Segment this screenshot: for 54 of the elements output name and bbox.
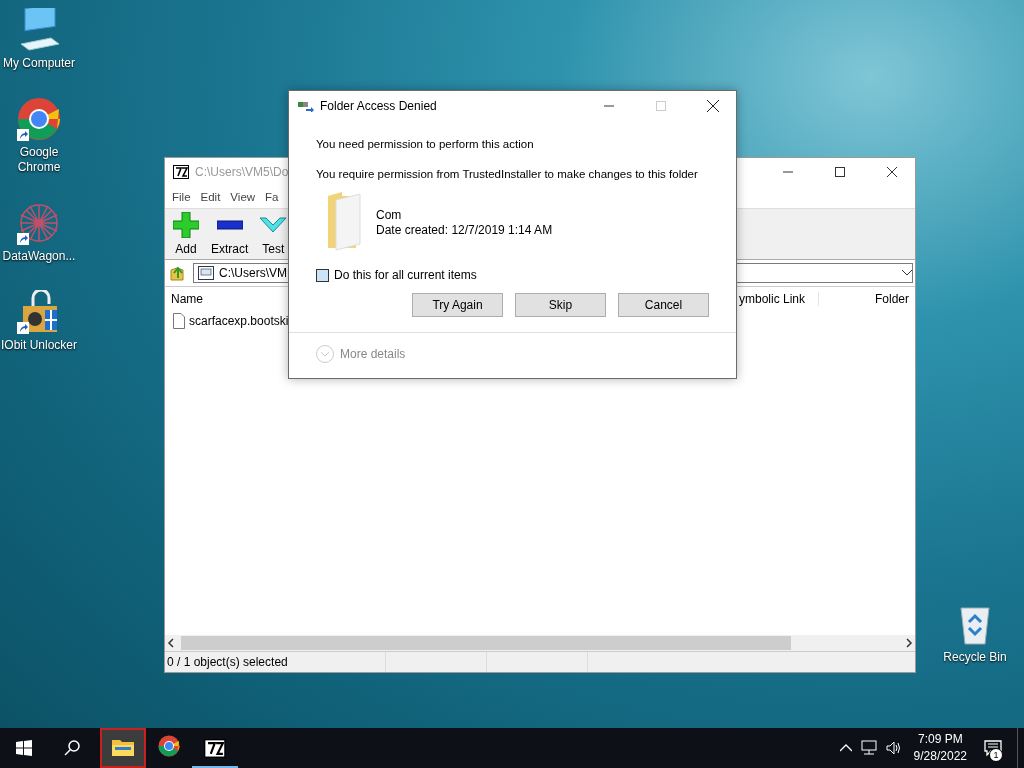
- browser-icon[interactable]: [15, 97, 63, 143]
- more-details-button[interactable]: More details: [289, 333, 736, 363]
- dialog-title: Folder Access Denied: [320, 99, 438, 113]
- notification-button[interactable]: 1: [975, 728, 1011, 768]
- status-text: 0 / 1 object(s) selected: [165, 652, 386, 672]
- icon-label[interactable]: Recycle Bin: [943, 650, 1007, 664]
- checkbox[interactable]: Do this for all current items: [316, 267, 716, 283]
- taskbar-button[interactable]: [100, 728, 146, 768]
- icon-label[interactable]: Google Chrome: [0, 145, 78, 175]
- column-header[interactable]: Name: [165, 292, 209, 306]
- file-name[interactable]: scarfacexp.bootski: [189, 314, 289, 328]
- icon-label[interactable]: DataWagon...: [0, 249, 78, 264]
- folder-date: Date created: 12/7/2019 1:14 AM: [376, 222, 553, 237]
- scrollbar-thumb[interactable]: [181, 636, 791, 650]
- folder-transfer-icon: [298, 100, 314, 112]
- chevron-up-icon: [839, 744, 852, 752]
- dialog-button[interactable]: Skip: [515, 293, 606, 317]
- horizontal-scrollbar[interactable]: [165, 635, 915, 651]
- icon-label[interactable]: My Computer: [0, 56, 78, 71]
- menu-item[interactable]: Fa: [265, 191, 279, 203]
- menu-item[interactable]: View: [230, 191, 256, 203]
- chevron-circle-icon: [316, 345, 334, 363]
- message-icon: [984, 740, 1002, 756]
- menu-item[interactable]: File: [172, 191, 191, 203]
- windows-logo-icon: [16, 740, 32, 756]
- file-icon: [173, 313, 185, 329]
- disc-image-icon: [198, 266, 214, 280]
- dialog-button[interactable]: Cancel: [618, 293, 709, 317]
- folder-up-icon[interactable]: [169, 264, 187, 282]
- clock[interactable]: 7:09 PM 9/28/2022: [905, 728, 975, 768]
- browser-icon: [157, 735, 181, 759]
- toolbar-button[interactable]: Add: [171, 212, 201, 256]
- close-icon: [707, 100, 719, 112]
- menu-item[interactable]: Edit: [200, 191, 221, 203]
- maximize-icon: [656, 101, 666, 111]
- plus-icon: [173, 212, 199, 238]
- volume-icon: [885, 741, 902, 755]
- toolbar-button[interactable]: Extract: [209, 212, 251, 256]
- dialog-button[interactable]: Try Again: [412, 293, 503, 317]
- maximize-icon: [835, 167, 845, 177]
- network-icon: [860, 740, 879, 756]
- close-icon: [887, 167, 897, 177]
- toolbar-button[interactable]: Test: [258, 212, 289, 256]
- column-header[interactable]: ymbolic Link: [733, 292, 812, 306]
- window-title: C:\Users\VM5\Do: [195, 165, 289, 179]
- folder-name: Com: [376, 207, 403, 222]
- dialog-message: You require permission from TrustedInstaller to make changes to this folder: [316, 167, 699, 182]
- icon-label[interactable]: IObit Unlocker: [0, 338, 78, 353]
- search-icon: [64, 740, 80, 756]
- notification-count: 1: [989, 748, 1003, 762]
- app-icon: [173, 165, 189, 179]
- column-header[interactable]: Folder: [818, 292, 915, 306]
- dialog-heading: You need permission to perform this action: [316, 137, 535, 152]
- chevron-down-icon[interactable]: [902, 270, 912, 276]
